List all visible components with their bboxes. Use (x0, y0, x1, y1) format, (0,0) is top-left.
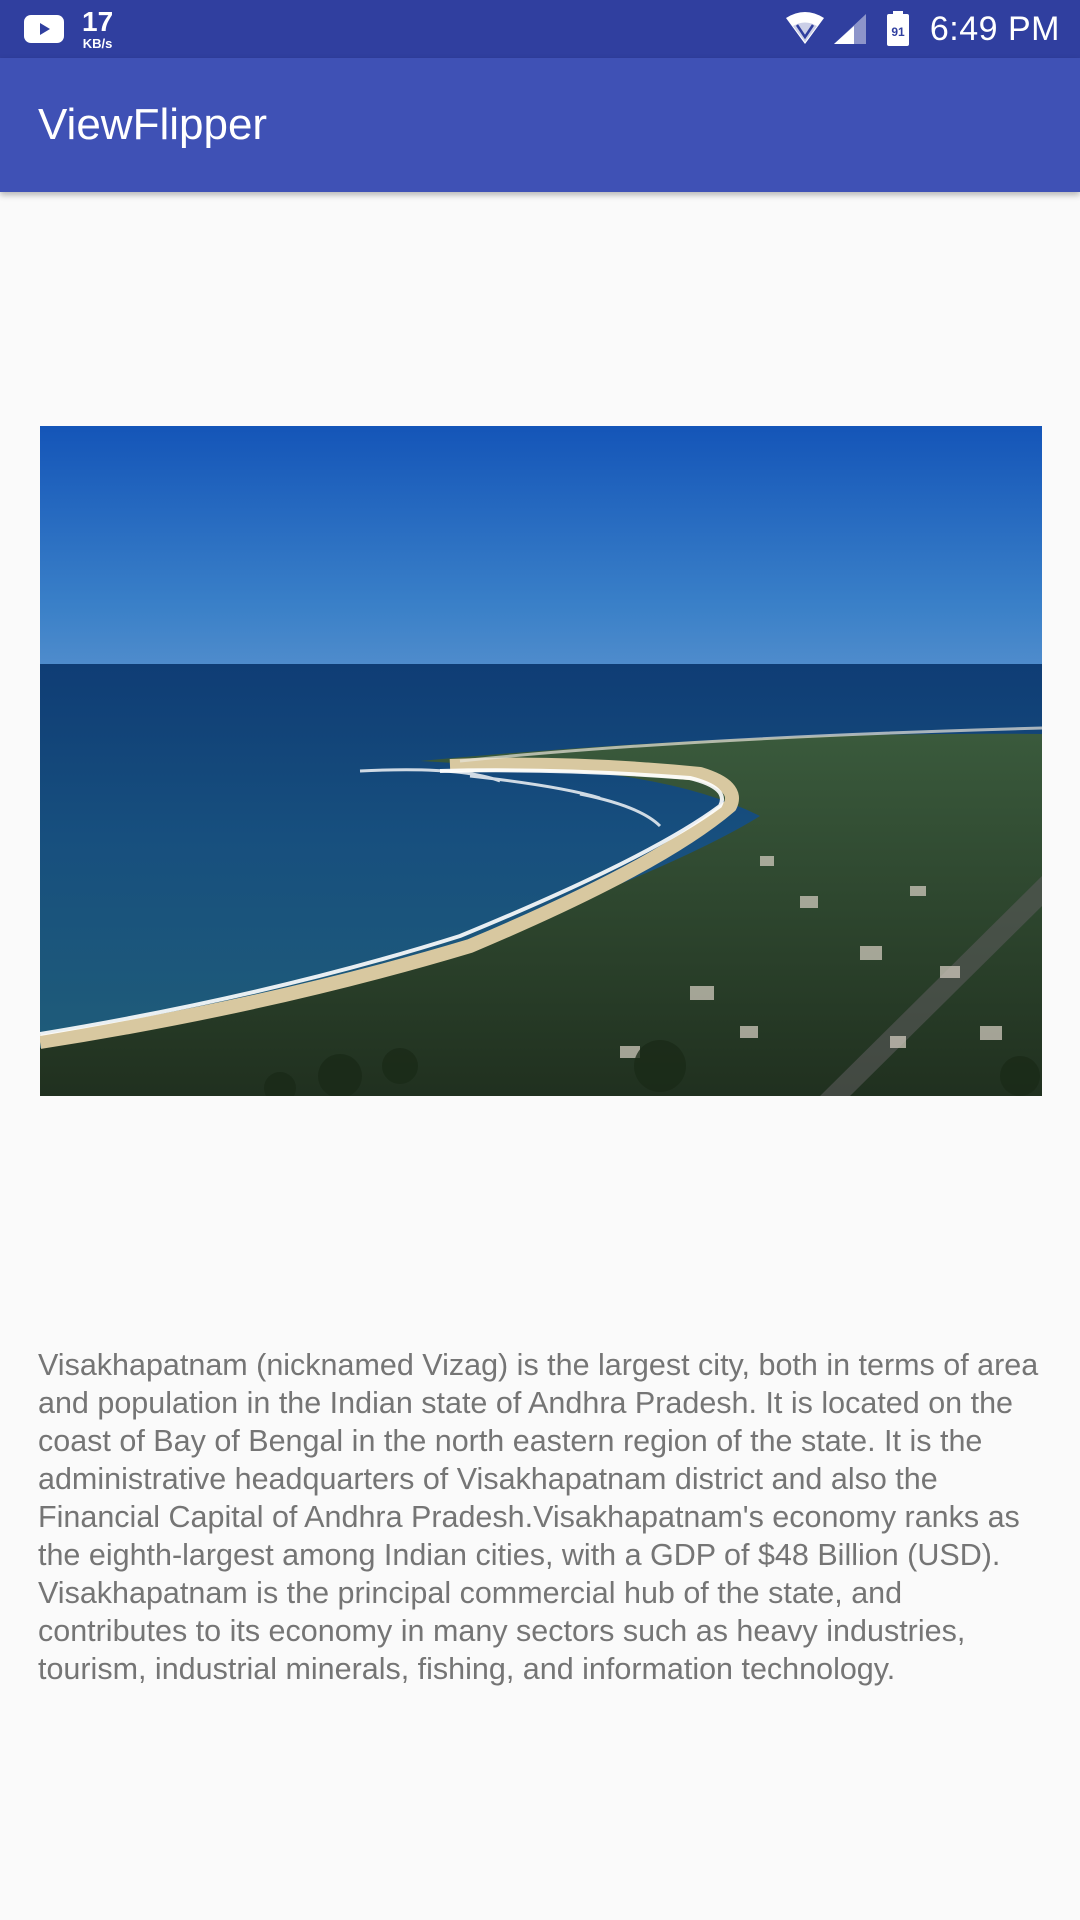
network-speed-value: 17 (82, 6, 114, 37)
status-bar: 17 KB/s 91 6:49 PM (0, 0, 1080, 58)
youtube-icon (24, 15, 64, 43)
wifi-icon (785, 12, 824, 44)
description-text: Visakhapatnam (nicknamed Vizag) is the l… (38, 1348, 1039, 1686)
app-title: ViewFlipper (38, 100, 268, 149)
status-right: 91 6:49 PM (784, 0, 1060, 58)
battery-level: 91 (891, 25, 905, 39)
cell-signal-icon (833, 14, 866, 44)
view-flipper-image[interactable] (40, 426, 1042, 1096)
app-bar: ViewFlipper (0, 58, 1080, 192)
network-speed: 17 KB/s (82, 6, 114, 51)
sky (40, 426, 1042, 666)
status-time: 6:49 PM (929, 9, 1060, 48)
status-left: 17 KB/s (24, 0, 113, 58)
network-speed-unit: KB/s (82, 36, 113, 51)
battery-icon: 91 (886, 11, 909, 46)
